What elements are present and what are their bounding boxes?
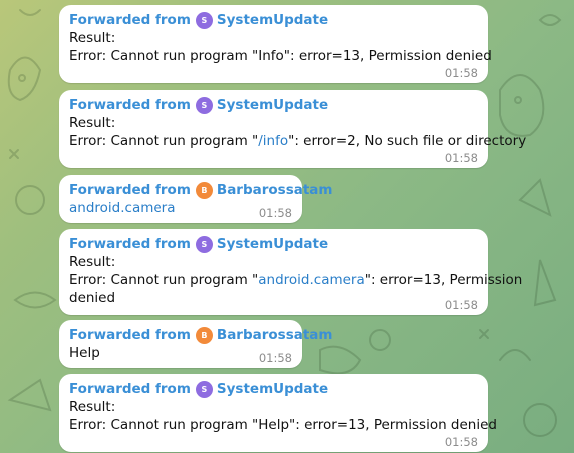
forwarded-from-label: Forwarded from [69,182,191,198]
sender-avatar[interactable]: B [195,326,213,344]
sender-name[interactable]: SystemUpdate [217,97,328,113]
sender-name[interactable]: SystemUpdate [217,381,328,397]
message-time: 01:58 [444,435,478,449]
sender-name[interactable]: SystemUpdate [217,12,328,28]
sender-avatar[interactable]: S [195,11,213,29]
forwarded-from-label: Forwarded from [69,97,191,113]
forwarded-header[interactable]: Forwarded from S SystemUpdate [69,235,478,253]
message-bubble[interactable]: Forwarded from S SystemUpdate Result: Er… [59,229,522,315]
message-text-line: Result: [69,254,116,270]
sender-avatar[interactable]: S [195,235,213,253]
text-segment: ": error=13, Permission [364,272,523,288]
forwarded-header[interactable]: Forwarded from B Barbarossatam [69,326,332,344]
sender-avatar[interactable]: S [195,96,213,114]
text-segment: Error: Cannot run program " [69,133,259,149]
sender-name[interactable]: SystemUpdate [217,236,328,252]
forwarded-header[interactable]: Forwarded from S SystemUpdate [69,11,478,29]
message-text-line: Error: Cannot run program "/info": error… [69,132,526,150]
message-text-line: denied [69,290,116,306]
sender-avatar[interactable]: B [195,181,213,199]
text-segment: Error: Cannot run program " [69,272,259,288]
message-bubble[interactable]: Forwarded from B Barbarossatam Help 01:5… [59,320,332,368]
message-time: 01:58 [258,351,292,365]
message-text-line: Error: Cannot run program "Info": error=… [69,48,492,64]
text-segment: ": error=2, No such file or directory [288,133,527,149]
message-text-line: Result: [69,399,116,415]
message-time: 01:58 [444,298,478,312]
forwarded-from-label: Forwarded from [69,381,191,397]
message-time: 01:58 [444,66,478,80]
message-bubble[interactable]: Forwarded from B Barbarossatam android.c… [59,175,332,223]
message-text-line: Error: Cannot run program "android.camer… [69,271,522,289]
forwarded-header[interactable]: Forwarded from S SystemUpdate [69,380,478,398]
forwarded-from-label: Forwarded from [69,236,191,252]
message-text-line: Error: Cannot run program "Help": error=… [69,417,497,433]
forwarded-from-label: Forwarded from [69,327,191,343]
message-text-line: Result: [69,115,116,131]
sender-name[interactable]: Barbarossatam [217,182,333,198]
forwarded-from-label: Forwarded from [69,12,191,28]
message-bubble[interactable]: Forwarded from S SystemUpdate Result: Er… [59,90,526,168]
message-time: 01:58 [444,151,478,165]
command-link[interactable]: android.camera [258,272,365,288]
message-text-line: Result: [69,30,116,46]
message-bubble[interactable]: Forwarded from S SystemUpdate Result: Er… [59,374,497,452]
forwarded-header[interactable]: Forwarded from B Barbarossatam [69,181,332,199]
forwarded-header[interactable]: Forwarded from S SystemUpdate [69,96,478,114]
command-link[interactable]: android.camera [69,200,176,216]
message-time: 01:58 [258,206,292,220]
message-bubble[interactable]: Forwarded from S SystemUpdate Result: Er… [59,5,492,83]
sender-avatar[interactable]: S [195,380,213,398]
command-link[interactable]: /info [258,133,288,149]
sender-name[interactable]: Barbarossatam [217,327,333,343]
